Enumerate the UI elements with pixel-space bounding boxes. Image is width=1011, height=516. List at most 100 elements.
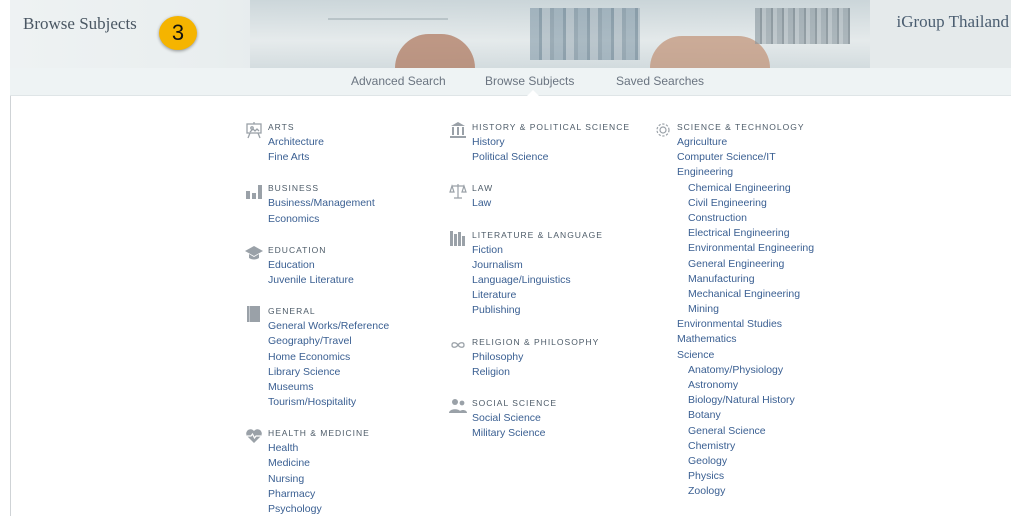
subject-link[interactable]: History xyxy=(472,135,630,150)
subject-link[interactable]: Tourism/Hospitality xyxy=(268,395,389,410)
subject-link[interactable]: Religion xyxy=(472,365,630,380)
nav-browse-subjects[interactable]: Browse Subjects xyxy=(485,74,574,88)
nav-advanced-search[interactable]: Advanced Search xyxy=(351,74,446,88)
subject-group-title: SCIENCE & TECHNOLOGY xyxy=(677,122,805,132)
subject-link[interactable]: Computer Science/IT xyxy=(677,150,814,165)
heart-pulse-icon xyxy=(245,427,263,445)
people-icon xyxy=(449,397,467,415)
subject-link[interactable]: Fiction xyxy=(472,243,630,258)
subject-link[interactable]: Nursing xyxy=(268,472,389,487)
graduation-cap-icon xyxy=(245,244,263,262)
banner-decoration xyxy=(870,0,1011,68)
subject-column-2: HISTORY & POLITICAL SCIENCE History Politi… xyxy=(449,120,630,457)
subject-link[interactable]: Geography/Travel xyxy=(268,334,389,349)
subject-link[interactable]: Pharmacy xyxy=(268,487,389,502)
subject-group-science-and-technology: SCIENCE & TECHNOLOGY Agriculture Computer … xyxy=(654,120,814,500)
subject-link[interactable]: Mathematics xyxy=(677,332,814,347)
gear-icon xyxy=(654,121,672,139)
subject-link[interactable]: Environmental Studies xyxy=(677,317,814,332)
subject-link[interactable]: Library Science xyxy=(268,365,389,380)
subject-group-law: LAW Law xyxy=(449,181,630,211)
subject-group-title: LAW xyxy=(472,183,494,194)
subject-link[interactable]: Environmental Engineering xyxy=(677,241,814,256)
subject-link[interactable]: Medicine xyxy=(268,456,389,471)
subject-group-education: EDUCATION Education Juvenile Literature xyxy=(245,243,389,288)
subject-link[interactable]: Publishing xyxy=(472,303,630,318)
infinity-icon xyxy=(449,336,467,354)
subject-link[interactable]: Philosophy xyxy=(472,350,630,365)
subject-group-history-and-political-science: HISTORY & POLITICAL SCIENCE History Politi… xyxy=(449,120,630,165)
subject-link[interactable]: Geology xyxy=(677,454,814,469)
subject-link[interactable]: Agriculture xyxy=(677,135,814,150)
subject-link[interactable]: Manufacturing xyxy=(677,272,814,287)
subject-link[interactable]: Language/Linguistics xyxy=(472,273,630,288)
subject-link[interactable]: Astronomy xyxy=(677,378,814,393)
nav-saved-searches[interactable]: Saved Searches xyxy=(616,74,704,88)
subject-link[interactable]: Political Science xyxy=(472,150,630,165)
subject-link[interactable]: Education xyxy=(268,258,389,273)
subject-link[interactable]: Mechanical Engineering xyxy=(677,287,814,302)
book-icon xyxy=(245,305,263,323)
banner-decoration xyxy=(650,36,770,68)
subject-link[interactable]: Physics xyxy=(677,469,814,484)
subject-group-title: RELIGION & PHILOSOPHY xyxy=(472,336,600,347)
subject-link[interactable]: Electrical Engineering xyxy=(677,226,814,241)
subject-link[interactable]: Literature xyxy=(472,288,630,303)
subject-link[interactable]: Psychology xyxy=(268,502,389,516)
subject-link[interactable]: Architecture xyxy=(268,135,389,150)
subject-link[interactable]: General Science xyxy=(677,424,814,439)
subject-group-social-science: SOCIAL SCIENCE Social Science Military Sci… xyxy=(449,396,630,441)
step-badge: 3 xyxy=(159,16,197,50)
subject-link[interactable]: General Works/Reference xyxy=(268,319,389,334)
subject-group-title: SOCIAL SCIENCE xyxy=(472,397,558,408)
subject-link[interactable]: Zoology xyxy=(677,484,814,499)
subject-group-religion-and-philosophy: RELIGION & PHILOSOPHY Philosophy Religion xyxy=(449,335,630,380)
subject-link[interactable]: Social Science xyxy=(472,411,630,426)
subject-link[interactable]: Anatomy/Physiology xyxy=(677,363,814,378)
subject-link[interactable]: Construction xyxy=(677,211,814,226)
building-icon xyxy=(449,121,467,139)
subject-link[interactable]: Home Economics xyxy=(268,350,389,365)
subject-link[interactable]: Civil Engineering xyxy=(677,196,814,211)
banner-decoration xyxy=(755,8,850,44)
subject-group-general: GENERAL General Works/Reference Geography/… xyxy=(245,304,389,410)
subject-group-title: EDUCATION xyxy=(268,244,327,255)
nav-bar: Advanced Search Browse Subjects Saved Se… xyxy=(10,68,1011,96)
scales-icon xyxy=(449,182,467,200)
subject-group-arts: ARTS Architecture Fine Arts xyxy=(245,120,389,165)
subject-link[interactable]: Health xyxy=(268,441,389,456)
subject-link[interactable]: Engineering xyxy=(677,165,814,180)
subject-group-title: ARTS xyxy=(268,122,295,132)
subject-column-1: ARTS Architecture Fine Arts BUSINESS Busines… xyxy=(245,120,389,516)
subject-link[interactable]: Mining xyxy=(677,302,814,317)
subject-link[interactable]: Journalism xyxy=(472,258,630,273)
subject-group-title: HEALTH & MEDICINE xyxy=(268,428,370,439)
easel-icon xyxy=(245,121,263,139)
subject-link[interactable]: Fine Arts xyxy=(268,150,389,165)
subject-group-health-and-medicine: HEALTH & MEDICINE Health Medicine Nursing Ph… xyxy=(245,426,389,516)
subject-link[interactable]: Chemical Engineering xyxy=(677,181,814,196)
subject-link[interactable]: Botany xyxy=(677,408,814,423)
subject-link[interactable]: Biology/Natural History xyxy=(677,393,814,408)
subject-link[interactable]: Museums xyxy=(268,380,389,395)
page-title: Browse Subjects xyxy=(23,14,137,33)
bar-chart-icon xyxy=(245,182,263,200)
active-tab-caret xyxy=(527,90,539,96)
brand-name: iGroup Thailand xyxy=(896,12,1009,31)
subject-link[interactable]: Juvenile Literature xyxy=(268,273,389,288)
subject-link[interactable]: General Engineering xyxy=(677,257,814,272)
subject-group-title: GENERAL xyxy=(268,306,316,317)
subject-group-title: HISTORY & POLITICAL SCIENCE xyxy=(472,122,631,132)
subject-link[interactable]: Business/Management xyxy=(268,196,389,211)
subject-link[interactable]: Law xyxy=(472,196,630,211)
books-icon xyxy=(449,229,467,247)
subject-group-business: BUSINESS Business/Management Economics xyxy=(245,181,389,226)
banner-decoration xyxy=(530,8,640,60)
subject-group-title: LITERATURE & LANGUAGE xyxy=(472,229,603,240)
subject-link[interactable]: Military Science xyxy=(472,426,630,441)
subject-group-title: BUSINESS xyxy=(268,183,319,194)
subject-group-literature-and-language: LITERATURE & LANGUAGE Fiction Journalism La… xyxy=(449,228,630,319)
subject-link[interactable]: Science xyxy=(677,348,814,363)
subject-link[interactable]: Economics xyxy=(268,212,389,227)
subject-link[interactable]: Chemistry xyxy=(677,439,814,454)
